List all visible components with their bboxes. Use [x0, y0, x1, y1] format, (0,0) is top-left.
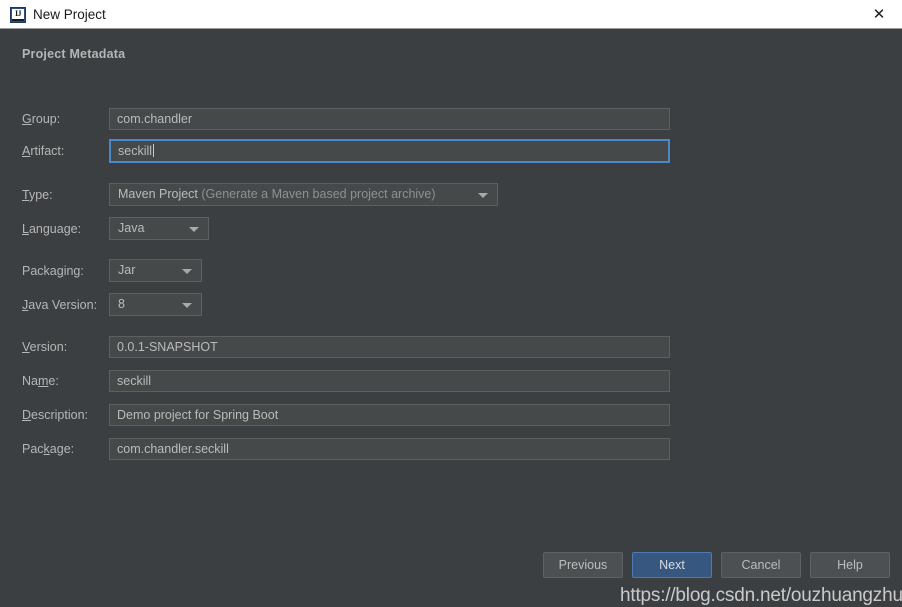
- packaging-selected-value: Jar: [118, 263, 136, 277]
- cancel-button[interactable]: Cancel: [721, 552, 801, 578]
- artifact-value: seckill: [118, 144, 153, 158]
- label-artifact: Artifact:: [22, 144, 65, 158]
- java-version-dropdown[interactable]: 8: [109, 293, 202, 316]
- type-dropdown[interactable]: Maven Project (Generate a Maven based pr…: [109, 183, 498, 206]
- label-group: Group:: [22, 112, 61, 126]
- previous-button[interactable]: Previous: [543, 552, 623, 578]
- group-value: com.chandler: [117, 112, 193, 126]
- title-bar: IJ New Project ✕: [0, 0, 902, 29]
- label-description: Description:: [22, 408, 89, 422]
- help-button[interactable]: Help: [810, 552, 890, 578]
- close-icon[interactable]: ✕: [856, 0, 902, 28]
- watermark-text: https://blog.csdn.net/ouzhuangzhuang: [620, 585, 902, 606]
- type-value-hint: (Generate a Maven based project archive): [201, 187, 436, 201]
- dialog-body: Project Metadata Group: com.chandler Artif…: [0, 29, 902, 606]
- package-value: com.chandler.seckill: [117, 442, 229, 456]
- label-language: Language:: [22, 222, 82, 236]
- chevron-down-icon: [182, 269, 192, 274]
- next-button[interactable]: Next: [632, 552, 712, 578]
- description-value: Demo project for Spring Boot: [117, 408, 279, 422]
- label-packaging: Packaging:: [22, 264, 84, 278]
- language-dropdown[interactable]: Java: [109, 217, 209, 240]
- package-input[interactable]: com.chandler.seckill: [109, 438, 670, 460]
- java-version-selected-value: 8: [118, 297, 125, 311]
- type-selected-value: Maven Project: [118, 187, 198, 201]
- group-input[interactable]: com.chandler: [109, 108, 670, 130]
- new-project-dialog: IJ New Project ✕ Project Metadata Group:…: [0, 0, 902, 606]
- chevron-down-icon: [478, 193, 488, 198]
- label-project-name: Name:: [22, 374, 59, 388]
- intellij-idea-icon: IJ: [10, 7, 26, 23]
- version-value: 0.0.1-SNAPSHOT: [117, 340, 218, 354]
- language-selected-value: Java: [118, 221, 145, 235]
- label-version: Version:: [22, 340, 68, 354]
- label-package: Package:: [22, 442, 75, 456]
- project-name-value: seckill: [117, 374, 152, 388]
- packaging-dropdown[interactable]: Jar: [109, 259, 202, 282]
- page-title: Project Metadata: [22, 47, 126, 61]
- chevron-down-icon: [189, 227, 199, 232]
- artifact-input[interactable]: seckill: [109, 139, 670, 163]
- description-input[interactable]: Demo project for Spring Boot: [109, 404, 670, 426]
- label-type: Type:: [22, 188, 53, 202]
- label-java-version: Java Version:: [22, 298, 98, 312]
- chevron-down-icon: [182, 303, 192, 308]
- version-input[interactable]: 0.0.1-SNAPSHOT: [109, 336, 670, 358]
- window-title: New Project: [33, 7, 106, 22]
- project-name-input[interactable]: seckill: [109, 370, 670, 392]
- text-caret: [153, 144, 155, 157]
